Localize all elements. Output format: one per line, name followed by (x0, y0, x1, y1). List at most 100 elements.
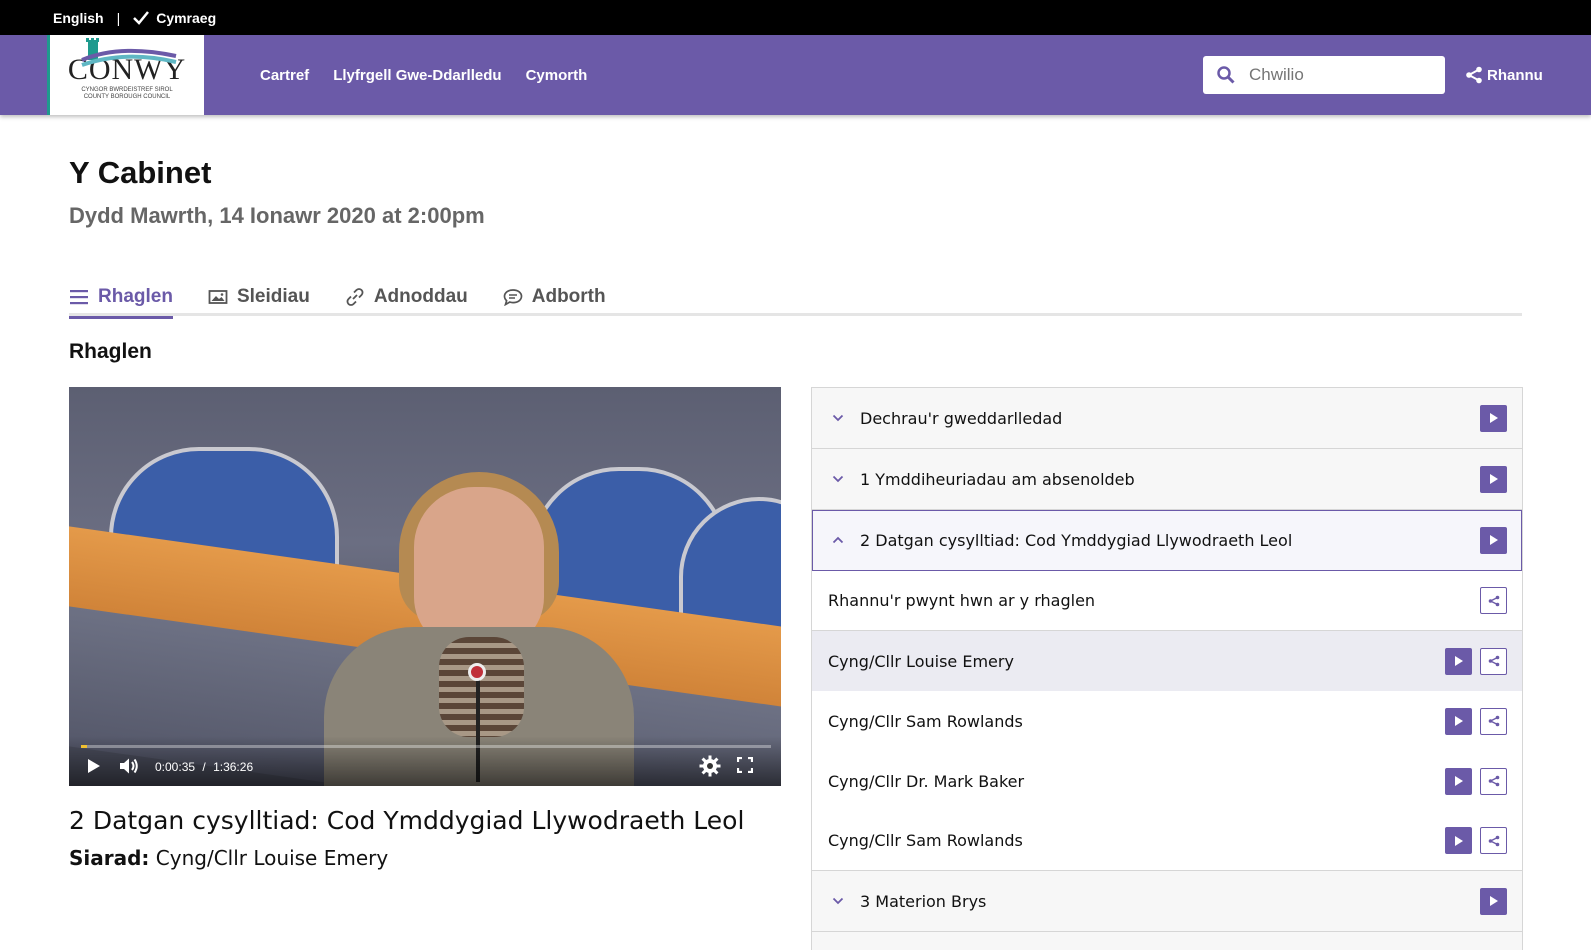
agenda-item[interactable]: Dechrau'r gweddarlledad (812, 388, 1522, 449)
chevron-down-icon (832, 414, 844, 422)
video-current-time: 0:00:35 (155, 760, 196, 774)
speaker-name: Cyng/Cllr Louise Emery (155, 846, 389, 870)
speaker-share-button[interactable] (1480, 767, 1507, 795)
tab-adborth[interactable]: Adborth (503, 278, 606, 316)
agenda-play-button[interactable] (1480, 887, 1507, 915)
language-english-link[interactable]: English (53, 10, 104, 26)
play-icon (1454, 835, 1463, 846)
play-icon (1489, 535, 1498, 545)
tab-bar: Rhaglen Sleidiau Adnoddau Adborth (69, 278, 1522, 319)
speaker-play-button[interactable] (1445, 707, 1472, 735)
speaker-label: Siarad: (69, 846, 150, 870)
tab-sleidiau[interactable]: Sleidiau (208, 278, 310, 316)
site-header: CONWY CYNGOR BWRDEISTREF SIROL COUNTY BO… (0, 35, 1591, 115)
speaker-play-button[interactable] (1445, 827, 1472, 854)
speaker-row[interactable]: Cyng/Cllr Dr. Mark Baker (812, 751, 1522, 811)
speaker-row[interactable]: Cyng/Cllr Sam Rowlands (812, 691, 1522, 751)
fullscreen-icon[interactable] (737, 757, 753, 773)
share-icon (1488, 715, 1499, 727)
search-icon (1217, 66, 1235, 84)
castle-wave-icon (81, 38, 177, 67)
nav-llyfrgell[interactable]: Llyfrgell Gwe-Ddarlledu (333, 67, 501, 84)
agenda-play-button[interactable] (1480, 404, 1507, 432)
comment-icon (503, 289, 523, 306)
agenda-item[interactable]: 3 Materion Brys (812, 871, 1522, 932)
tab-label: Adnoddau (373, 286, 468, 307)
agenda-list: Dechrau'r gweddarlledad 1 Ymddiheuriadau… (811, 387, 1523, 950)
video-person-scarf (439, 637, 524, 737)
share-icon (1488, 595, 1499, 606)
gear-icon[interactable] (699, 755, 721, 777)
agenda-item-label: 2 Datgan cysylltiad: Cod Ymddygiad Llywo… (860, 530, 1293, 550)
play-icon (1489, 896, 1498, 906)
link-icon (346, 288, 364, 306)
search-box[interactable] (1203, 56, 1445, 94)
nav-cartref[interactable]: Cartref (260, 67, 309, 84)
now-playing-title: 2 Datgan cysylltiad: Cod Ymddygiad Llywo… (69, 806, 745, 835)
video-time: 0:00:35 / 1:36:26 (155, 760, 253, 774)
agenda-item-label: Dechrau'r gweddarlledad (860, 408, 1063, 428)
speaker-row[interactable]: Cyng/Cllr Sam Rowlands (812, 811, 1522, 871)
agenda-play-button[interactable] (1480, 465, 1507, 493)
share-icon (1488, 775, 1499, 787)
search-input[interactable] (1249, 65, 1429, 85)
tab-adnoddau[interactable]: Adnoddau (345, 278, 468, 316)
volume-icon[interactable] (119, 757, 139, 775)
play-icon (1454, 716, 1463, 726)
page-title: Y Cabinet (69, 155, 212, 190)
video-microphone-head (468, 663, 486, 681)
speaker-row-label: Cyng/Cllr Dr. Mark Baker (828, 771, 1025, 791)
nav-cymorth[interactable]: Cymorth (526, 67, 588, 84)
video-progress-bar[interactable] (81, 745, 771, 748)
play-icon (1489, 413, 1498, 423)
conwy-logo[interactable]: CONWY CYNGOR BWRDEISTREF SIROL COUNTY BO… (47, 35, 204, 115)
share-icon (1488, 655, 1499, 667)
speaker-share-button[interactable] (1480, 707, 1507, 735)
speaker-play-button[interactable] (1445, 647, 1472, 675)
play-icon[interactable] (87, 758, 101, 774)
share-agenda-point-label: Rhannu'r pwynt hwn ar y rhaglen (828, 591, 1096, 610)
checkmark-icon (133, 10, 150, 25)
agenda-share-button[interactable] (1480, 587, 1507, 614)
speaker-play-button[interactable] (1445, 767, 1472, 795)
speaker-share-button[interactable] (1480, 827, 1507, 854)
play-icon (1454, 776, 1463, 786)
speaker-row[interactable]: Cyng/Cllr Louise Emery (812, 631, 1522, 691)
video-time-separator: / (202, 760, 206, 774)
section-heading: Rhaglen (69, 340, 152, 363)
agenda-item-expanded[interactable]: 2 Datgan cysylltiad: Cod Ymddygiad Llywo… (812, 510, 1522, 571)
play-icon (1454, 656, 1463, 666)
play-icon (1489, 474, 1498, 484)
share-agenda-point-row: Rhannu'r pwynt hwn ar y rhaglen (812, 571, 1522, 631)
agenda-item-label: 3 Materion Brys (860, 891, 987, 911)
video-player[interactable]: 0:00:35 / 1:36:26 (69, 387, 781, 786)
meeting-date: Dydd Mawrth, 14 Ionawr 2020 at 2:00pm (69, 203, 485, 228)
tab-label: Adborth (531, 286, 606, 307)
logo-subtitle: CYNGOR BWRDEISTREF SIROL COUNTY BOROUGH … (81, 87, 172, 101)
share-icon (1488, 835, 1499, 846)
logo-subtitle-welsh: CYNGOR BWRDEISTREF SIROL (81, 87, 173, 93)
logo-subtitle-english: COUNTY BOROUGH COUNCIL (83, 94, 171, 100)
tab-label: Rhaglen (98, 286, 173, 307)
main-nav: Cartref Llyfrgell Gwe-Ddarlledu Cymorth (260, 35, 587, 115)
image-icon (208, 290, 228, 304)
chevron-down-icon (832, 475, 844, 483)
agenda-item[interactable]: 1 Ymddiheuriadau am absenoldeb (812, 449, 1522, 510)
agenda-item-partial[interactable] (812, 932, 1522, 950)
now-playing-speaker: Siarad: Cyng/Cllr Louise Emery (69, 846, 388, 870)
list-icon (70, 290, 88, 305)
language-cymraeg-link[interactable]: Cymraeg (156, 10, 216, 26)
video-controls: 0:00:35 / 1:36:26 (69, 736, 781, 786)
speaker-share-button[interactable] (1480, 647, 1507, 675)
share-icon (1466, 66, 1482, 84)
share-label: Rhannu (1487, 66, 1543, 84)
tab-rhaglen[interactable]: Rhaglen (69, 278, 173, 319)
video-duration: 1:36:26 (213, 760, 254, 774)
share-button[interactable]: Rhannu (1465, 35, 1543, 115)
speaker-row-label: Cyng/Cllr Sam Rowlands (828, 831, 1023, 850)
chevron-up-icon (832, 536, 844, 544)
speaker-row-label: Cyng/Cllr Louise Emery (828, 651, 1014, 671)
speaker-row-label: Cyng/Cllr Sam Rowlands (828, 711, 1023, 731)
agenda-play-button[interactable] (1480, 526, 1507, 554)
agenda-item-label: 1 Ymddiheuriadau am absenoldeb (860, 469, 1135, 489)
